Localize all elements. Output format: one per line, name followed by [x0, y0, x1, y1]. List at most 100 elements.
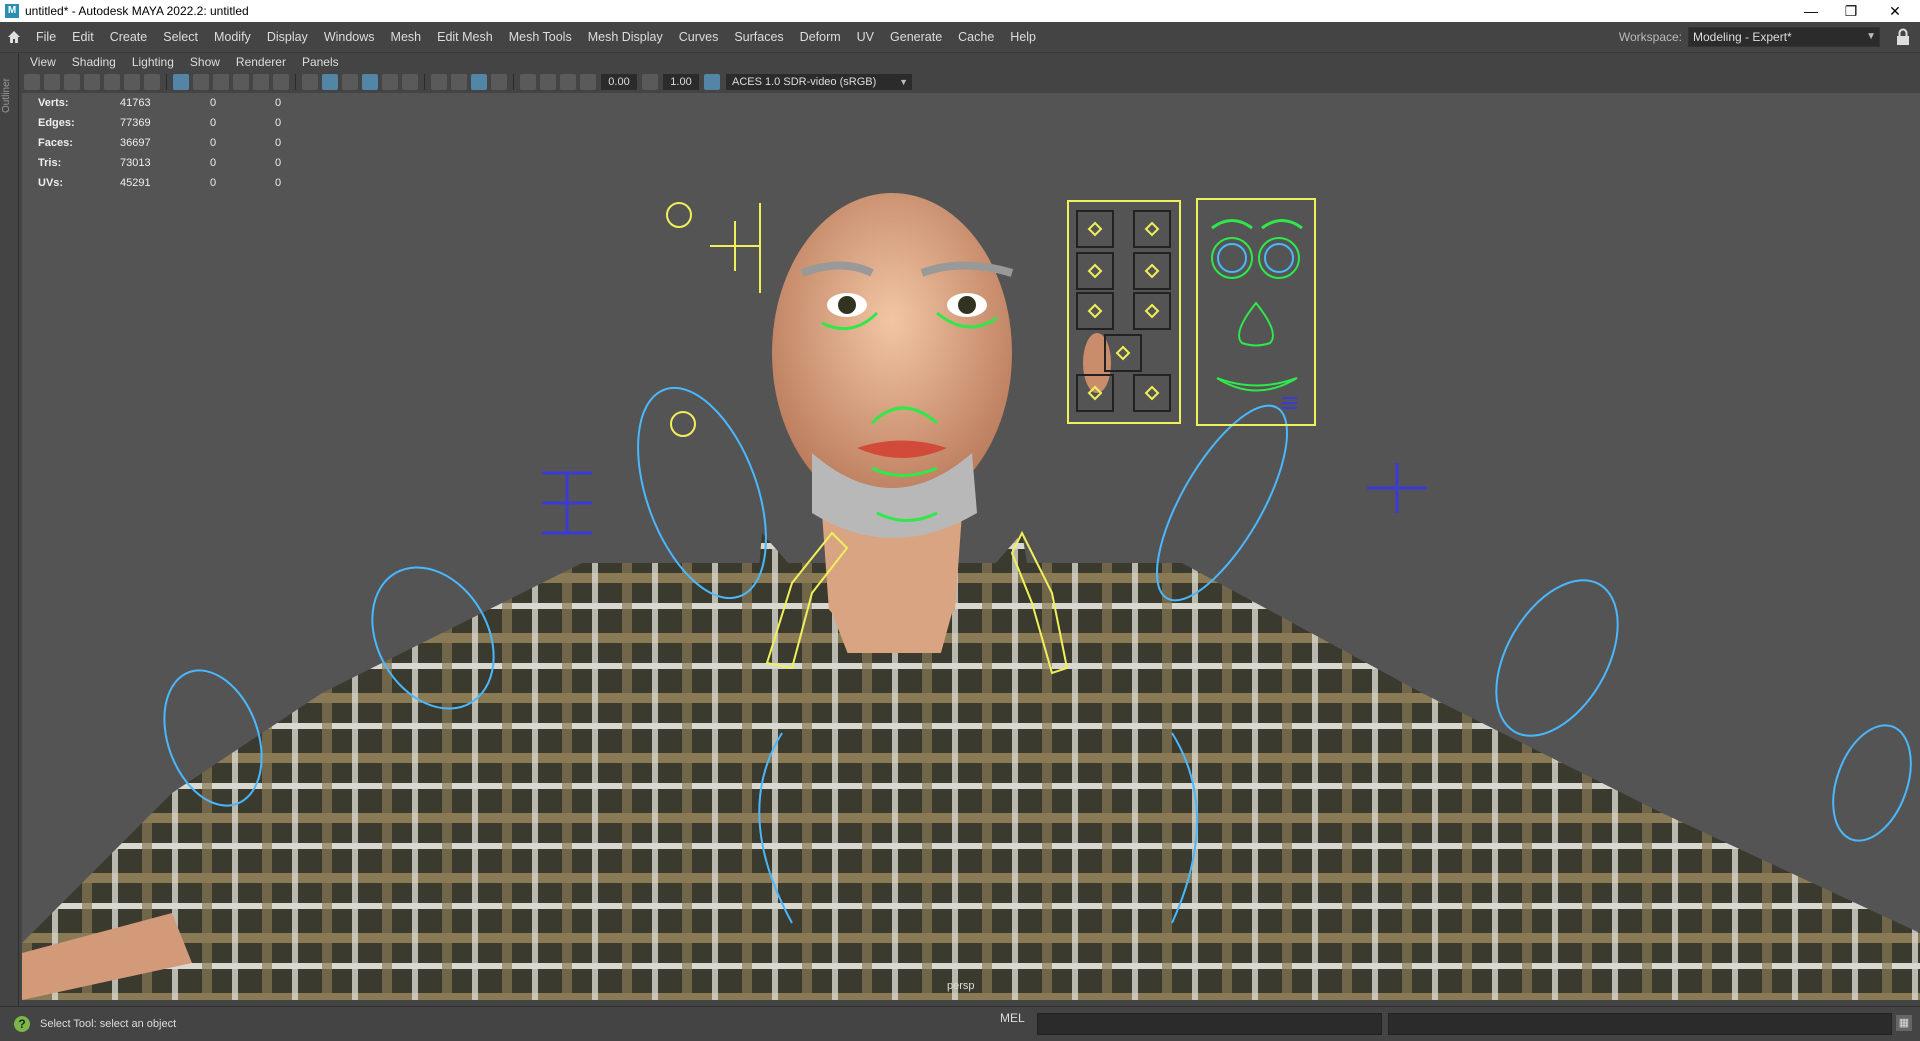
- menu-cache[interactable]: Cache: [950, 22, 1002, 52]
- workspace-dropdown[interactable]: Modeling - Expert* ▼: [1688, 27, 1880, 47]
- menu-edit[interactable]: Edit: [64, 22, 102, 52]
- safe-action-icon[interactable]: [233, 74, 249, 90]
- menu-help[interactable]: Help: [1002, 22, 1044, 52]
- resolution-gate-icon[interactable]: [144, 74, 160, 90]
- panel-menu-bar: View Shading Lighting Show Renderer Pane…: [22, 53, 1920, 71]
- close-icon[interactable]: ✕: [1872, 0, 1918, 22]
- smooth-shade-icon[interactable]: [322, 74, 338, 90]
- menu-generate[interactable]: Generate: [882, 22, 950, 52]
- panel-menu-shading[interactable]: Shading: [64, 55, 124, 69]
- isolate-select-icon[interactable]: [471, 74, 487, 90]
- menu-modify[interactable]: Modify: [206, 22, 259, 52]
- safe-title-icon[interactable]: [253, 74, 269, 90]
- camera-label: persp: [947, 980, 975, 992]
- menu-mesh-tools[interactable]: Mesh Tools: [501, 22, 580, 52]
- workspace-selector: Workspace: Modeling - Expert* ▼: [1619, 22, 1880, 52]
- command-language-toggle[interactable]: MEL: [1000, 1011, 1025, 1025]
- hud-value: 36697: [120, 137, 151, 149]
- hud-label: Edges:: [38, 117, 75, 129]
- panel-menu-lighting[interactable]: Lighting: [124, 55, 182, 69]
- wireframe-on-shaded-icon[interactable]: [342, 74, 358, 90]
- gamma-field[interactable]: 1.00: [663, 74, 699, 90]
- exposure-field[interactable]: 0.00: [601, 74, 637, 90]
- camera-attributes-icon[interactable]: [44, 74, 60, 90]
- command-line-input[interactable]: [1037, 1013, 1382, 1035]
- menu-uv[interactable]: UV: [849, 22, 882, 52]
- script-editor-icon[interactable]: ▦: [1896, 1015, 1912, 1031]
- grid-icon[interactable]: [104, 74, 120, 90]
- rig-control: [1495, 579, 1619, 737]
- toolbar-separator: [424, 74, 425, 90]
- hud-row-faces: Faces: 36697 0 0: [38, 133, 340, 153]
- panel-menu-show[interactable]: Show: [182, 55, 228, 69]
- xray-icon[interactable]: [431, 74, 447, 90]
- motion-blur-icon[interactable]: [520, 74, 536, 90]
- help-icon[interactable]: ?: [14, 1016, 30, 1032]
- hud-row-verts: Verts: 41763 0 0: [38, 93, 340, 113]
- chevron-down-icon: ▼: [899, 77, 908, 87]
- home-icon[interactable]: [0, 22, 28, 52]
- workspace-value: Modeling - Expert*: [1693, 30, 1792, 44]
- depth-of-field-icon[interactable]: [560, 74, 576, 90]
- multisample-icon[interactable]: [540, 74, 556, 90]
- menu-windows[interactable]: Windows: [316, 22, 383, 52]
- color-management-icon[interactable]: [704, 74, 720, 90]
- command-result-field: [1388, 1013, 1892, 1035]
- menu-surfaces[interactable]: Surfaces: [726, 22, 791, 52]
- head-mesh: [772, 193, 1012, 513]
- textured-icon[interactable]: [362, 74, 378, 90]
- 3d-viewport[interactable]: Verts: 41763 0 0 Edges: 77369 0 0 Faces:…: [22, 93, 1920, 1000]
- wireframe-icon[interactable]: [302, 74, 318, 90]
- menu-mesh-display[interactable]: Mesh Display: [580, 22, 671, 52]
- hud-component: 0: [275, 177, 282, 189]
- xray-joints-icon[interactable]: [451, 74, 467, 90]
- hud-label: Verts:: [38, 97, 69, 109]
- menu-mesh[interactable]: Mesh: [383, 22, 430, 52]
- menu-deform[interactable]: Deform: [792, 22, 849, 52]
- view-transform-value: ACES 1.0 SDR-video (sRGB): [732, 76, 877, 88]
- menu-create[interactable]: Create: [102, 22, 156, 52]
- outliner-label: Outliner: [1, 77, 12, 113]
- hud-selected: 0: [210, 137, 217, 149]
- view-transform-dropdown[interactable]: ACES 1.0 SDR-video (sRGB) ▼: [726, 74, 912, 90]
- gate-mask-icon[interactable]: [193, 74, 209, 90]
- panel-menu-view[interactable]: View: [22, 55, 64, 69]
- restore-icon[interactable]: ❐: [1828, 0, 1874, 22]
- rig-control: [542, 471, 592, 535]
- toolbar-separator: [513, 74, 514, 90]
- hud-component: 0: [275, 137, 282, 149]
- image-plane-icon[interactable]: [84, 74, 100, 90]
- menu-curves[interactable]: Curves: [671, 22, 727, 52]
- hud-value: 73013: [120, 157, 151, 169]
- lock-icon[interactable]: [1896, 28, 1910, 46]
- help-line-text: Select Tool: select an object: [40, 1018, 177, 1030]
- select-camera-icon[interactable]: [24, 74, 40, 90]
- bookmark-icon[interactable]: [64, 74, 80, 90]
- shadows-icon[interactable]: [402, 74, 418, 90]
- toolbar-separator: [295, 74, 296, 90]
- menu-display[interactable]: Display: [259, 22, 316, 52]
- menu-edit-mesh[interactable]: Edit Mesh: [429, 22, 501, 52]
- film-gate-icon[interactable]: [124, 74, 140, 90]
- exposure-icon[interactable]: [580, 74, 596, 90]
- hud-selected: 0: [210, 177, 217, 189]
- ambient-occlusion-icon[interactable]: [491, 74, 507, 90]
- text-overlay-icon[interactable]: [273, 74, 289, 90]
- outliner-strip[interactable]: Outliner: [0, 53, 19, 1006]
- use-all-lights-icon[interactable]: [382, 74, 398, 90]
- field-chart-icon[interactable]: [213, 74, 229, 90]
- rig-control: [1832, 724, 1912, 842]
- rig-control: [1367, 463, 1427, 513]
- hud-label: UVs:: [38, 177, 64, 189]
- menu-select[interactable]: Select: [155, 22, 206, 52]
- panel-menu-renderer[interactable]: Renderer: [228, 55, 294, 69]
- hud-component: 0: [275, 97, 282, 109]
- grid-toggle-icon[interactable]: [173, 74, 189, 90]
- hud-value: 77369: [120, 117, 151, 129]
- menu-file[interactable]: File: [28, 22, 64, 52]
- panel-menu-panels[interactable]: Panels: [294, 55, 347, 69]
- gamma-icon[interactable]: [642, 74, 658, 90]
- hud-row-uvs: UVs: 45291 0 0: [38, 173, 340, 193]
- rig-control: [710, 221, 760, 271]
- workspace-label: Workspace:: [1618, 30, 1682, 44]
